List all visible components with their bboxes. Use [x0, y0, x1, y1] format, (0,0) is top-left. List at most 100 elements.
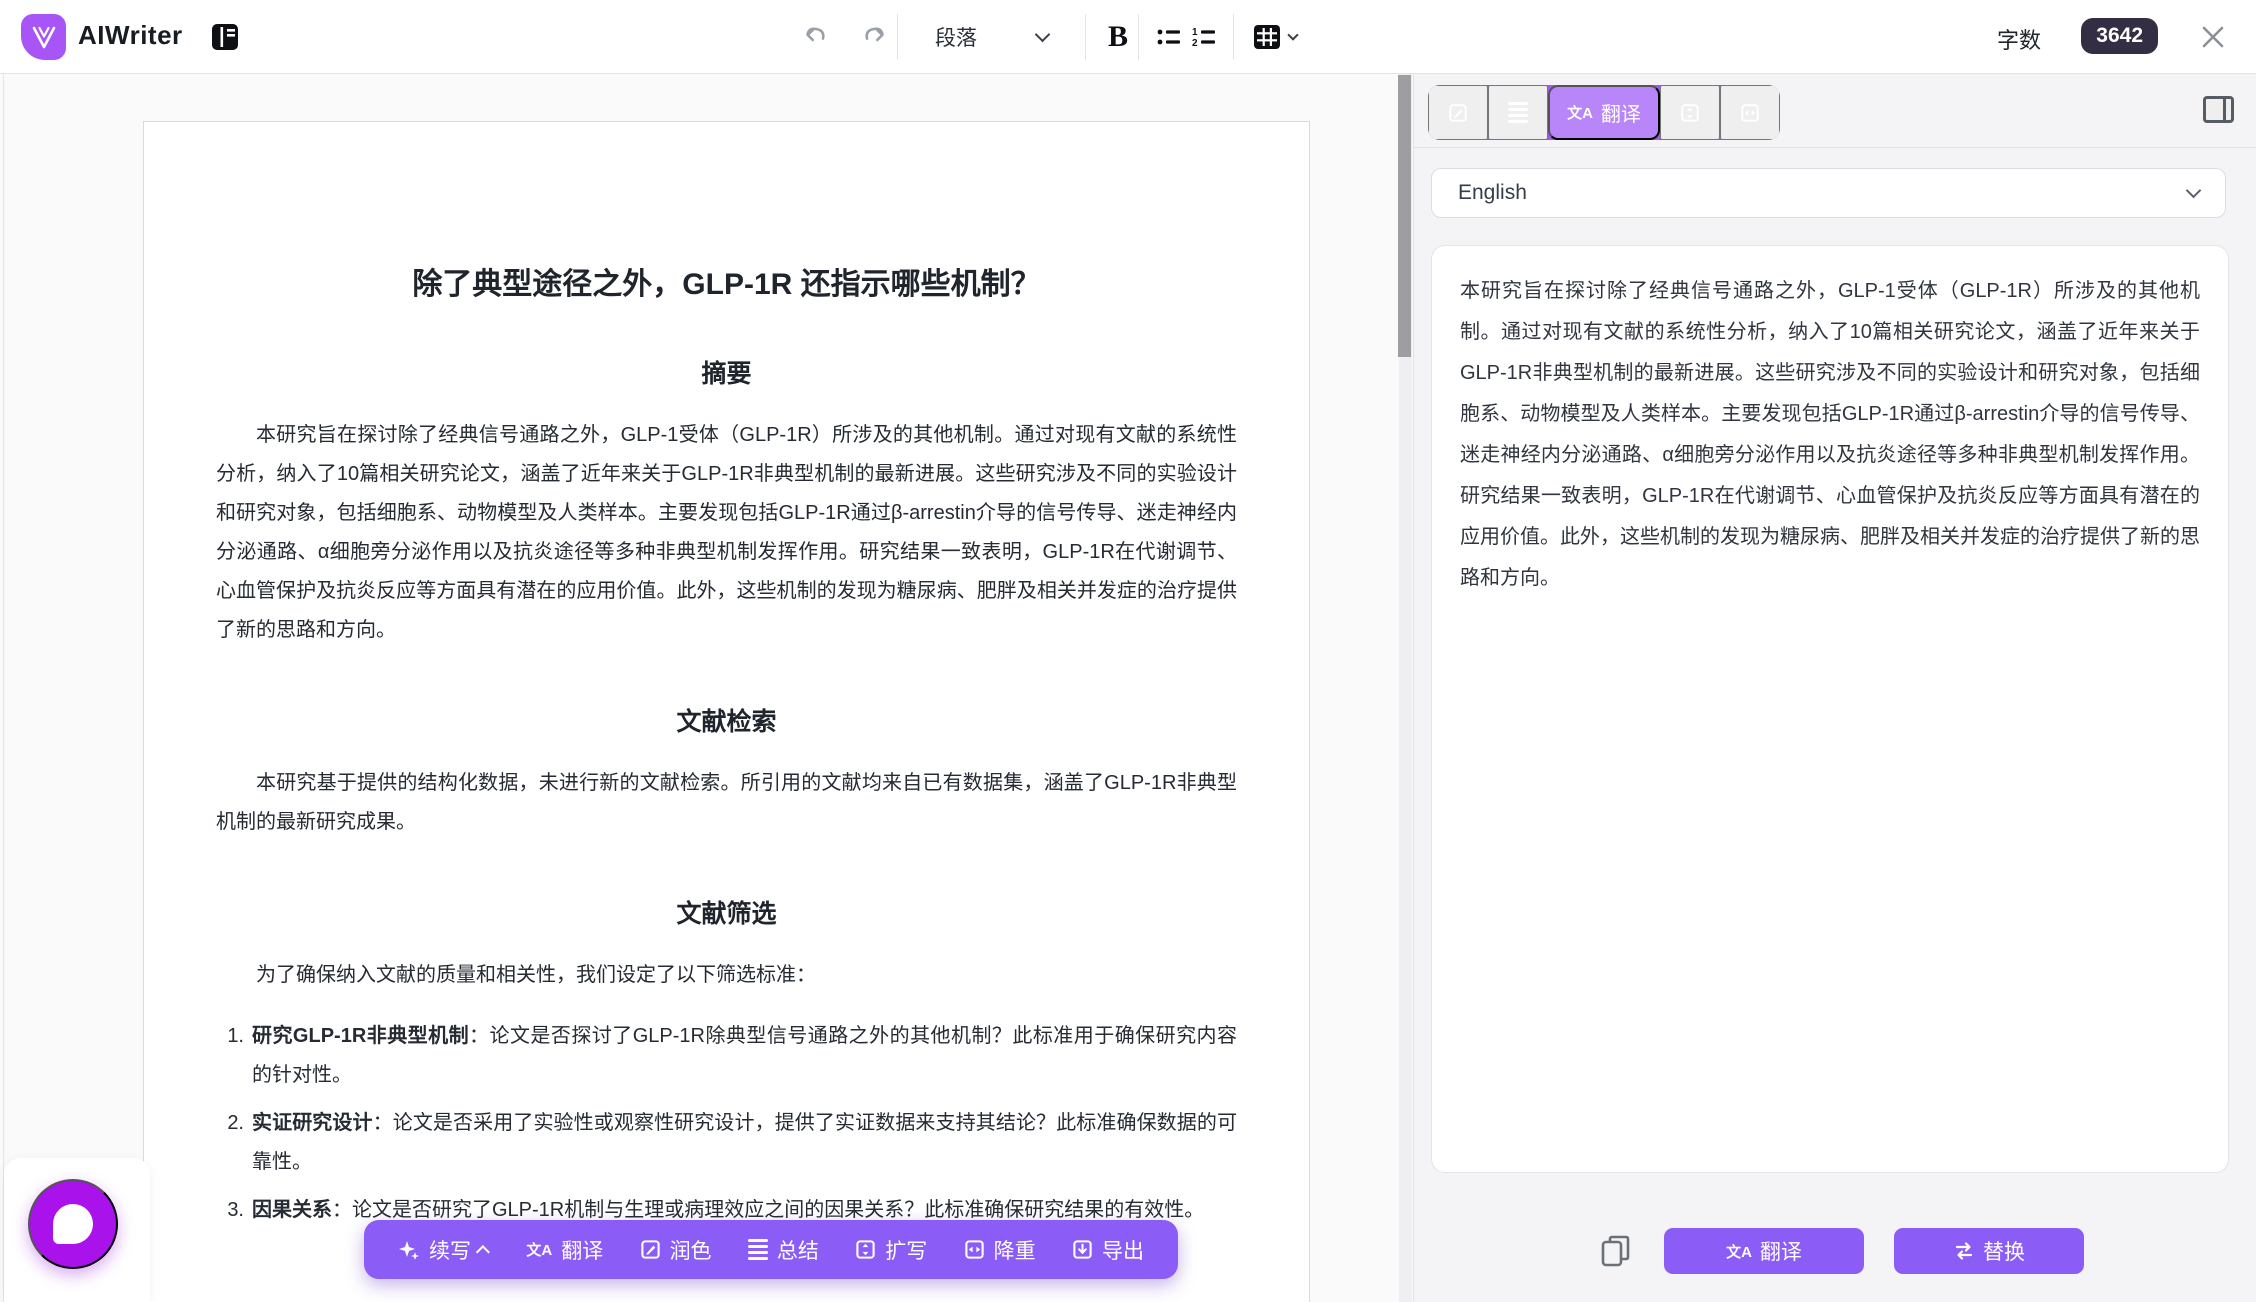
copy-icon — [1600, 1233, 1634, 1269]
literature-search-heading: 文献检索 — [216, 702, 1237, 738]
screening-criteria-list: 1.研究GLP-1R非典型机制：论文是否探讨了GLP-1R除典型信号通路之外的其… — [216, 1017, 1237, 1230]
abstract-heading: 摘要 — [216, 354, 1237, 390]
app-logo — [21, 14, 66, 60]
abstract-paragraph: 本研究旨在探讨除了经典信号通路之外，GLP-1受体（GLP-1R）所涉及的其他机… — [216, 416, 1237, 650]
chevron-up-icon — [476, 1245, 490, 1259]
translate-action-button[interactable]: 文A 翻译 — [1664, 1228, 1864, 1274]
literature-search-paragraph: 本研究基于提供的结构化数据，未进行新的文献检索。所引用的文献均来自已有数据集，涵… — [216, 764, 1237, 842]
button-label: 替换 — [1983, 1236, 2025, 1266]
expand-icon — [1680, 103, 1700, 123]
list-number: 1. — [216, 1017, 244, 1056]
polish-icon — [640, 1239, 661, 1260]
button-label: 降重 — [994, 1235, 1036, 1265]
list-number: 3. — [216, 1191, 244, 1230]
chat-assistant-button[interactable] — [28, 1179, 118, 1269]
export-icon — [1072, 1239, 1093, 1260]
table-icon — [1250, 20, 1284, 54]
document-scrollbar-thumb[interactable] — [1398, 75, 1411, 357]
continue-writing-button[interactable]: 续写 — [398, 1235, 490, 1265]
summary-icon — [1508, 99, 1528, 126]
undo-button[interactable] — [800, 21, 832, 53]
close-button[interactable] — [2198, 22, 2228, 52]
tab-polish[interactable] — [1428, 85, 1488, 140]
button-label: 续写 — [429, 1235, 471, 1265]
shrink-icon — [964, 1239, 985, 1260]
button-label: 翻译 — [561, 1235, 603, 1265]
target-language-select[interactable]: English — [1431, 168, 2226, 218]
reduce-duplication-button[interactable]: 降重 — [964, 1235, 1036, 1265]
button-label: 导出 — [1102, 1235, 1144, 1265]
chevron-down-icon — [1035, 26, 1051, 42]
copy-button[interactable] — [1600, 1233, 1634, 1269]
app-title: AIWriter — [78, 20, 183, 51]
toolbar-divider — [1233, 14, 1234, 60]
bullet-list-icon — [1153, 21, 1185, 53]
sparkles-icon — [398, 1239, 420, 1261]
panel-divider — [1414, 147, 2256, 148]
criterion-bold: 研究GLP-1R非典型机制 — [252, 1025, 469, 1047]
toolbar-divider — [1085, 14, 1086, 60]
word-count-label: 字数 — [1997, 23, 2041, 55]
list-item: 2. 实证研究设计：论文是否采用了实验性或观察性研究设计，提供了实证数据来支持其结… — [216, 1104, 1237, 1182]
criterion-text: ：论文是否研究了GLP-1R机制与生理或病理效应之间的因果关系？此标准确保研究结… — [332, 1199, 1204, 1221]
document-title: 除了典型途径之外，GLP-1R 还指示哪些机制？ — [216, 264, 1237, 306]
logo-v-icon — [29, 22, 59, 52]
export-button[interactable]: 导出 — [1072, 1235, 1144, 1265]
list-number: 2. — [216, 1104, 244, 1143]
polish-icon — [1448, 103, 1468, 123]
tab-translate[interactable]: 文A 翻译 — [1548, 85, 1660, 140]
redo-button[interactable] — [858, 21, 890, 53]
translate-icon: 文A — [1726, 1241, 1752, 1262]
summary-icon — [748, 1236, 768, 1263]
paragraph-style-value: 段落 — [935, 22, 977, 52]
translation-output-box[interactable]: 本研究旨在探讨除了经典信号通路之外，GLP-1受体（GLP-1R）所涉及的其他机… — [1431, 245, 2229, 1173]
language-select-value: English — [1458, 181, 2188, 205]
document-scrollbar-track[interactable] — [1399, 74, 1412, 1302]
replace-action-button[interactable]: 替换 — [1894, 1228, 2084, 1274]
document-panel-icon[interactable] — [208, 20, 242, 54]
canvas-left-border — [3, 74, 4, 1302]
button-label: 扩写 — [885, 1235, 927, 1265]
numbered-list-icon: 1 2 — [1188, 21, 1220, 53]
bold-icon: B — [1108, 20, 1128, 54]
expand-button[interactable]: 扩写 — [855, 1235, 927, 1265]
redo-icon — [858, 21, 890, 53]
paragraph-style-select[interactable]: 段落 — [935, 0, 1048, 74]
button-label: 总结 — [777, 1235, 819, 1265]
tab-reduce[interactable] — [1720, 85, 1780, 140]
numbered-list-button[interactable]: 1 2 — [1183, 0, 1225, 74]
bold-button[interactable]: B — [1095, 0, 1141, 74]
screening-intro-paragraph: 为了确保纳入文献的质量和相关性，我们设定了以下筛选标准： — [216, 956, 1237, 995]
toolbar-divider — [897, 14, 898, 60]
document-page[interactable]: 除了典型途径之外，GLP-1R 还指示哪些机制？ 摘要 本研究旨在探讨除了经典信… — [143, 121, 1310, 1302]
undo-icon — [800, 21, 832, 53]
word-count-badge: 3642 — [2081, 18, 2158, 54]
translate-button[interactable]: 文A 翻译 — [526, 1235, 603, 1265]
criterion-bold: 实证研究设计 — [252, 1112, 373, 1134]
swap-arrows-icon — [1953, 1241, 1975, 1261]
criterion-bold: 因果关系 — [252, 1199, 332, 1221]
chat-bubble-icon — [53, 1204, 93, 1244]
toolbar-divider — [1138, 14, 1139, 60]
chevron-down-icon — [2186, 182, 2202, 198]
polish-button[interactable]: 润色 — [640, 1235, 712, 1265]
panel-layout-toggle-icon[interactable] — [2203, 96, 2234, 123]
criterion-text: ：论文是否采用了实验性或观察性研究设计，提供了实证数据来支持其结论？此标准确保数… — [252, 1112, 1237, 1173]
close-icon — [2198, 22, 2228, 52]
app-header: AIWriter 段落 B — [0, 0, 2256, 74]
button-label: 润色 — [670, 1235, 712, 1265]
chevron-down-icon — [1287, 29, 1298, 40]
summarize-button[interactable]: 总结 — [748, 1235, 819, 1265]
panel-action-bar: 文A 翻译 替换 — [1414, 1228, 2256, 1274]
editor-canvas: 除了典型途径之外，GLP-1R 还指示哪些机制？ 摘要 本研究旨在探讨除了经典信… — [0, 74, 1413, 1302]
svg-text:1: 1 — [1192, 27, 1198, 38]
panel-tab-bar: 文A 翻译 — [1428, 85, 1780, 140]
translate-icon: 文A — [526, 1239, 552, 1260]
ai-tools-panel: 文A 翻译 English 本研究旨在探讨除了经典信号通路之外，GLP-1受体（… — [1413, 74, 2256, 1302]
tab-summarize[interactable] — [1488, 85, 1548, 140]
svg-text:2: 2 — [1192, 38, 1198, 49]
translation-text: 本研究旨在探讨除了经典信号通路之外，GLP-1受体（GLP-1R）所涉及的其他机… — [1460, 271, 2200, 599]
tab-expand[interactable] — [1660, 85, 1720, 140]
translate-icon: 文A — [1567, 102, 1593, 123]
table-insert-button[interactable] — [1243, 0, 1303, 74]
